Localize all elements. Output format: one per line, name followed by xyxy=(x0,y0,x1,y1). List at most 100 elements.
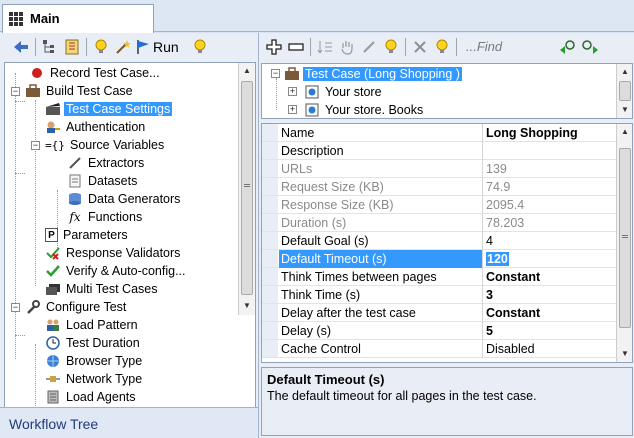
property-row-delay-after[interactable]: Delay after the test case Constant xyxy=(262,304,618,322)
scroll-down-arrow-icon[interactable]: ▼ xyxy=(617,346,632,362)
workflow-tree: Record Test Case... − Build Test Case Te… xyxy=(4,62,256,438)
property-row-think-times[interactable]: Think Times between pages Constant xyxy=(262,268,618,286)
tree-item-data-generators[interactable]: Data Generators xyxy=(67,190,182,208)
tree-item-configure-test[interactable]: Configure Test xyxy=(25,298,128,316)
lightbulb-icon[interactable] xyxy=(91,37,111,57)
toolbar-separator xyxy=(86,37,87,56)
page-item-your-store-books[interactable]: Your store. Books xyxy=(304,101,425,118)
tab-bar: Main xyxy=(0,0,634,33)
workflow-tree-tab-label: Workflow Tree xyxy=(9,416,99,432)
tree-connector xyxy=(15,73,16,359)
property-row-default-goal[interactable]: Default Goal (s) 4 xyxy=(262,232,618,250)
collapse-toggle[interactable]: − xyxy=(11,87,20,96)
tree-item-extractors[interactable]: Extractors xyxy=(67,154,146,172)
network-plug-icon xyxy=(45,371,61,387)
scroll-thumb[interactable] xyxy=(619,81,631,101)
lightbulb-icon[interactable] xyxy=(432,37,452,57)
tree-item-functions[interactable]: fx Functions xyxy=(67,208,144,226)
tree-item-verify-auto-config[interactable]: Verify & Auto-config... xyxy=(45,262,188,280)
tree-item-datasets[interactable]: Datasets xyxy=(67,172,139,190)
scroll-down-arrow-icon[interactable]: ▼ xyxy=(239,298,255,314)
default-timeout-input[interactable]: 120 xyxy=(484,250,618,268)
tree-item-test-case-settings[interactable]: Test Case Settings xyxy=(45,100,173,118)
scroll-down-arrow-icon[interactable]: ▼ xyxy=(617,102,632,118)
page-item-your-store[interactable]: Your store xyxy=(304,83,384,101)
property-row-cache-control[interactable]: Cache Control Disabled xyxy=(262,340,618,358)
web-page-icon xyxy=(304,102,320,118)
property-grid: Name Long Shopping Description URLs 139 … xyxy=(261,123,633,363)
tree-item-network-type[interactable]: Network Type xyxy=(45,370,144,388)
server-icon xyxy=(45,389,61,405)
workflow-tree-scrollbar[interactable]: ▲ ▼ xyxy=(238,63,255,315)
tree-item-load-pattern[interactable]: Load Pattern xyxy=(45,316,140,334)
user-key-icon xyxy=(45,119,61,135)
property-grid-scrollbar[interactable]: ▲ ▼ xyxy=(616,124,632,362)
find-next-icon[interactable] xyxy=(580,37,600,57)
tree-structure-icon[interactable] xyxy=(40,37,60,57)
delete-x-icon[interactable] xyxy=(410,37,430,57)
remove-icon[interactable] xyxy=(286,37,306,57)
multi-toolbox-icon xyxy=(45,281,61,297)
back-arrow-icon[interactable] xyxy=(11,37,31,57)
property-row-name[interactable]: Name Long Shopping xyxy=(262,124,618,142)
scroll-up-arrow-icon[interactable]: ▲ xyxy=(239,63,255,79)
tree-item-parameters[interactable]: P Parameters xyxy=(45,226,130,244)
run-label: Run xyxy=(153,38,179,55)
property-row-duration: Duration (s) 78.203 xyxy=(262,214,618,232)
hand-icon[interactable] xyxy=(337,37,357,57)
collapse-toggle[interactable]: − xyxy=(271,69,280,78)
tree-item-source-variables[interactable]: ={} Source Variables xyxy=(45,136,166,154)
lightbulb-icon[interactable] xyxy=(190,37,210,57)
lightbulb-icon[interactable] xyxy=(381,37,401,57)
tree-item-multi-test-cases[interactable]: Multi Test Cases xyxy=(45,280,159,298)
workflow-tree-tab[interactable]: Workflow Tree xyxy=(0,407,258,438)
tree-item-load-agents[interactable]: Load Agents xyxy=(45,388,138,406)
property-description-title: Default Timeout (s) xyxy=(267,372,385,387)
property-row-delay[interactable]: Delay (s) 5 xyxy=(262,322,618,340)
property-row-description[interactable]: Description xyxy=(262,142,618,160)
tree-item-record-test-case[interactable]: Record Test Case... xyxy=(29,64,162,82)
clapperboard-icon xyxy=(45,101,61,117)
magic-wand-icon[interactable] xyxy=(113,37,133,57)
function-icon: fx xyxy=(69,210,81,224)
property-description-text: The default timeout for all pages in the… xyxy=(267,389,537,403)
collapse-toggle[interactable]: − xyxy=(11,303,20,312)
clock-icon xyxy=(45,335,61,351)
add-icon[interactable] xyxy=(264,37,284,57)
find-previous-icon[interactable] xyxy=(558,37,578,57)
check-cross-icon xyxy=(45,245,61,261)
tree-item-browser-type[interactable]: Browser Type xyxy=(45,352,144,370)
tab-main[interactable]: Main xyxy=(2,4,154,33)
property-row-default-timeout[interactable]: Default Timeout (s) 120 xyxy=(262,250,618,268)
scroll-up-arrow-icon[interactable]: ▲ xyxy=(617,64,632,80)
record-icon xyxy=(29,65,45,81)
test-case-item[interactable]: Test Case (Long Shopping ) xyxy=(284,65,462,83)
grid-icon xyxy=(9,12,23,26)
tree-item-authentication[interactable]: Authentication xyxy=(45,118,147,136)
property-row-urls: URLs 139 xyxy=(262,160,618,178)
tab-main-label: Main xyxy=(30,11,60,26)
toolbox-icon xyxy=(25,83,41,99)
property-row-think-time[interactable]: Think Time (s) 3 xyxy=(262,286,618,304)
tree-item-test-duration[interactable]: Test Duration xyxy=(45,334,142,352)
tree-item-response-validators[interactable]: Response Validators xyxy=(45,244,182,262)
scroll-thumb[interactable] xyxy=(241,81,253,295)
edit-pencil-icon[interactable] xyxy=(359,37,379,57)
users-icon xyxy=(45,317,61,333)
tree-item-build-test-case[interactable]: Build Test Case xyxy=(25,82,135,100)
list-book-icon[interactable] xyxy=(62,37,82,57)
left-panel: Run Record Test Case... − Build Test Cas… xyxy=(0,33,258,438)
scroll-up-arrow-icon[interactable]: ▲ xyxy=(617,124,632,140)
run-button[interactable]: Run xyxy=(135,37,179,57)
scroll-thumb[interactable] xyxy=(619,148,631,328)
toolbar-separator xyxy=(456,37,457,56)
test-case-tree-scrollbar[interactable]: ▲ ▼ xyxy=(616,64,632,118)
toolbox-icon xyxy=(284,66,300,82)
tree-connector xyxy=(35,100,36,286)
find-input[interactable]: ...Find xyxy=(466,39,536,54)
collapse-toggle[interactable]: − xyxy=(31,141,40,150)
parameter-icon: P xyxy=(45,228,58,242)
reorder-icon[interactable] xyxy=(315,37,335,57)
expand-toggle[interactable]: + xyxy=(288,105,297,114)
expand-toggle[interactable]: + xyxy=(288,87,297,96)
